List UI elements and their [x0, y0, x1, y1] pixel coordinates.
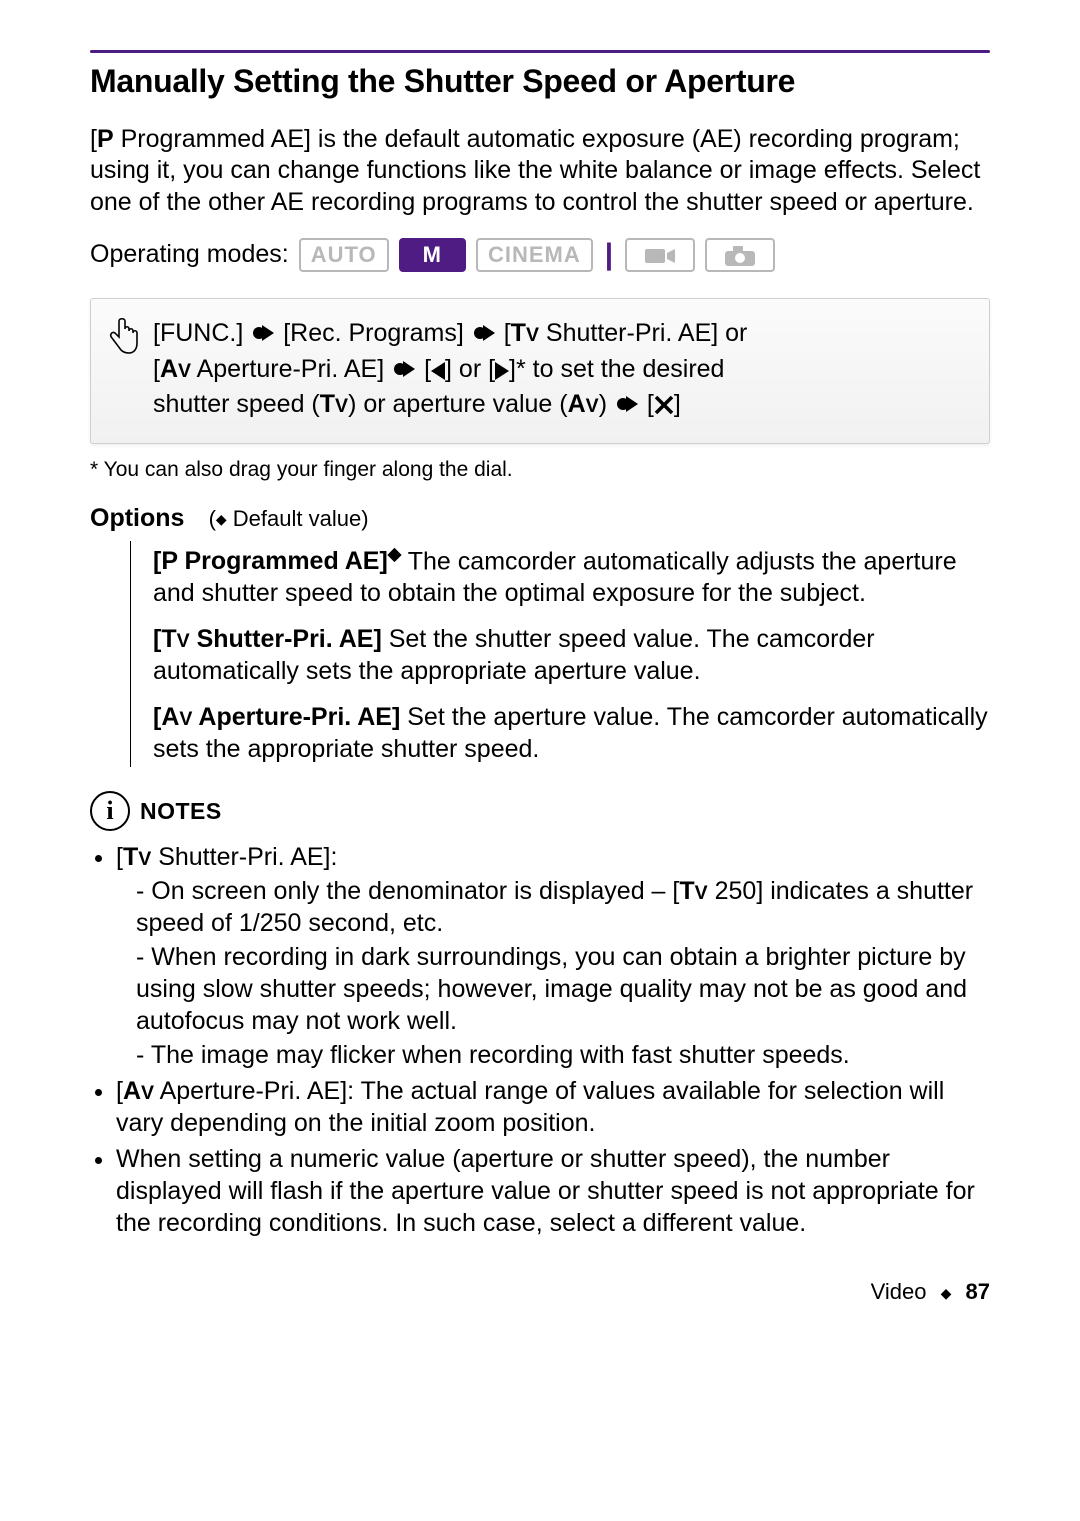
procedure-text: [FUNC.] [Rec. Programs] [ TV Shutter-Pri.…	[153, 317, 747, 425]
footnote: * You can also drag your finger along th…	[90, 458, 990, 482]
info-icon: i	[90, 791, 130, 831]
default-open: (	[209, 506, 216, 531]
option-av: [AV Aperture-Pri. AE] Set the aperture v…	[153, 701, 990, 765]
options-block: [P Programmed AE]◆ The camcorder automat…	[130, 541, 990, 767]
bracket: [	[153, 355, 160, 383]
av-label: Aperture-Pri. AE]	[191, 355, 384, 383]
p-mode-glyph: P	[97, 125, 114, 153]
diamond-icon: ◆	[216, 511, 227, 527]
p-mode-glyph: P	[161, 547, 177, 575]
mode-photo-box	[705, 238, 775, 272]
tv-glyph: TV	[511, 319, 539, 347]
line3-pre: shutter speed (	[153, 390, 320, 418]
note-tv-intro: Shutter-Pri. AE]:	[151, 843, 337, 871]
mode-m-box: M	[399, 238, 466, 272]
options-default-text: Default value)	[227, 506, 369, 531]
right-arrow-icon	[495, 362, 509, 380]
mode-auto-box: AUTO	[299, 238, 389, 272]
opt-av-title: Aperture-Pri. AE]	[192, 703, 400, 731]
tv-glyph: TV	[161, 625, 189, 653]
page-footer: Video ◆ 87	[90, 1279, 990, 1305]
close-paren: )	[599, 390, 607, 418]
close-x-icon	[654, 391, 674, 425]
tv-glyph: TV	[320, 390, 348, 418]
notes-header: i NOTES	[90, 791, 990, 831]
intro-paragraph: [P Programmed AE] is the default automat…	[90, 124, 990, 218]
note-tv: [TV Shutter-Pri. AE]: On screen only the…	[116, 841, 990, 1071]
or-text: ] or [	[445, 355, 495, 383]
diamond-icon: ◆	[388, 544, 401, 564]
page-number: 87	[966, 1279, 990, 1304]
tv-label: Shutter-Pri. AE] or	[539, 319, 747, 347]
note-av: [AV Aperture-Pri. AE]: The actual range …	[116, 1075, 990, 1139]
options-header: Options (◆ Default value)	[90, 504, 990, 533]
line3-mid: ) or aperture value (	[348, 390, 568, 418]
note-tv-sub1: On screen only the denominator is displa…	[136, 875, 990, 939]
photo-camera-icon	[725, 246, 755, 266]
video-camera-icon	[645, 246, 675, 266]
intro-text: Programmed AE] is the default automatic …	[90, 125, 980, 216]
func-label: [FUNC.]	[153, 319, 243, 347]
av-glyph: AV	[123, 1077, 154, 1105]
option-p: [P Programmed AE]◆ The camcorder automat…	[153, 543, 990, 609]
options-label: Options	[90, 504, 184, 532]
operating-modes-label: Operating modes:	[90, 240, 289, 269]
diamond-icon: ◆	[933, 1285, 960, 1301]
manual-page: Manually Setting the Shutter Speed or Ap…	[0, 0, 1080, 1345]
set-desired: ]* to set the desired	[509, 355, 724, 383]
av-glyph: AV	[160, 355, 191, 383]
heading-rule	[90, 50, 990, 53]
procedure-box: [FUNC.] [Rec. Programs] [ TV Shutter-Pri.…	[90, 298, 990, 444]
option-tv: [TV Shutter-Pri. AE] Set the shutter spe…	[153, 623, 990, 687]
left-arrow-icon	[431, 362, 445, 380]
tv-glyph: TV	[123, 843, 151, 871]
mode-video-box	[625, 238, 695, 272]
step-arrow-icon	[393, 355, 415, 389]
step-arrow-icon	[616, 390, 638, 424]
close-bracket: ]	[674, 390, 681, 418]
notes-label: NOTES	[140, 798, 222, 825]
mode-divider: |	[603, 238, 615, 272]
hand-pointer-icon	[105, 317, 139, 361]
notes-list: [TV Shutter-Pri. AE]: On screen only the…	[90, 841, 990, 1239]
mode-cinema-box: CINEMA	[476, 238, 593, 272]
av-glyph: AV	[161, 703, 192, 731]
note-tv-sublist: On screen only the denominator is displa…	[116, 875, 990, 1071]
touch-icon	[105, 317, 139, 425]
note-tv-sub3: The image may flicker when recording wit…	[136, 1039, 990, 1071]
tv-glyph: TV	[679, 877, 707, 905]
step-arrow-icon	[252, 319, 274, 353]
bracket: [	[90, 125, 97, 153]
opt-tv-title: Shutter-Pri. AE]	[190, 625, 382, 653]
footer-section: Video	[871, 1279, 927, 1304]
page-heading: Manually Setting the Shutter Speed or Ap…	[90, 63, 990, 100]
note-tv-sub2: When recording in dark surroundings, you…	[136, 941, 990, 1037]
step-arrow-icon	[473, 319, 495, 353]
rec-programs-label: [Rec. Programs]	[283, 319, 464, 347]
operating-modes-row: Operating modes: AUTO M CINEMA |	[90, 238, 990, 272]
av-glyph: AV	[568, 390, 599, 418]
opt-p-title: Programmed AE]	[178, 547, 388, 575]
note-numeric: When setting a numeric value (aperture o…	[116, 1143, 990, 1239]
